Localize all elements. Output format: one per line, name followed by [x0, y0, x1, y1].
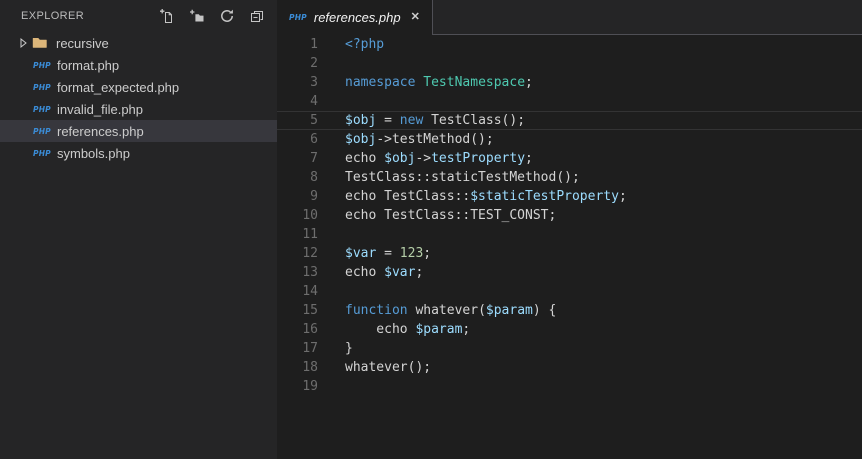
- explorer-toolbar: [159, 8, 265, 24]
- line-number: 14: [302, 284, 318, 299]
- code-editor[interactable]: 1 <?php 2 3 namespace TestNamespace; 4 5 $obj =…: [277, 35, 862, 459]
- line-number: 10: [302, 208, 318, 223]
- php-file-icon: PHP: [289, 13, 307, 22]
- line-number: 5: [310, 113, 318, 128]
- code-text: whatever();: [345, 360, 432, 375]
- code-line-16[interactable]: 16 echo $param;: [277, 320, 862, 339]
- code-line-4[interactable]: 4: [277, 92, 862, 111]
- code-text: echo TestClass::$staticTestProperty;: [345, 189, 627, 204]
- code-text: namespace TestNamespace;: [345, 75, 533, 90]
- tree-file-format-expected-php[interactable]: PHP format_expected.php: [0, 76, 277, 98]
- vscode-window: EXPLORER recursive PHP format.php PHP format…: [0, 0, 862, 459]
- code-text: $var = 123;: [345, 246, 432, 261]
- explorer-header: EXPLORER: [0, 0, 277, 30]
- php-file-icon: PHP: [33, 60, 51, 70]
- code-line-15[interactable]: 15 function whatever($param) {: [277, 301, 862, 320]
- file-label: format.php: [57, 57, 120, 73]
- code-line-2[interactable]: 2: [277, 54, 862, 73]
- code-text: echo $obj->testProperty;: [345, 151, 533, 166]
- code-line-18[interactable]: 18 whatever();: [277, 358, 862, 377]
- line-number: 3: [310, 75, 318, 90]
- file-label: references.php: [57, 123, 144, 139]
- line-number: 1: [310, 37, 318, 52]
- line-number: 2: [310, 56, 318, 71]
- tabbar-empty-space: [431, 0, 862, 35]
- code-line-17[interactable]: 17}: [277, 339, 862, 358]
- code-line-3[interactable]: 3 namespace TestNamespace;: [277, 73, 862, 92]
- code-line-6[interactable]: 6 $obj->testMethod();: [277, 130, 862, 149]
- code-text: echo $param;: [345, 322, 471, 337]
- code-text: echo $var;: [345, 265, 424, 280]
- line-number: 8: [310, 170, 318, 185]
- editor-tabbar: PHP references.php ✕: [277, 0, 862, 35]
- line-number: 11: [302, 227, 318, 242]
- code-line-9[interactable]: 9 echo TestClass::$staticTestProperty;: [277, 187, 862, 206]
- code-line-8[interactable]: 8 TestClass::staticTestMethod();: [277, 168, 862, 187]
- code-text: $obj = new TestClass();: [345, 113, 526, 128]
- code-text: TestClass::staticTestMethod();: [345, 170, 580, 185]
- tree-file-invalid-file-php[interactable]: PHP invalid_file.php: [0, 98, 277, 120]
- code-text: function whatever($param) {: [345, 303, 557, 318]
- code-line-12[interactable]: 12 $var = 123;: [277, 244, 862, 263]
- line-number: 16: [302, 322, 318, 337]
- code-line-7[interactable]: 7 echo $obj->testProperty;: [277, 149, 862, 168]
- code-area: 1 <?php 2 3 namespace TestNamespace; 4 5 $obj =…: [277, 35, 862, 396]
- chevron-right-icon: [17, 35, 29, 51]
- line-number: 4: [310, 94, 318, 109]
- file-label: invalid_file.php: [57, 101, 144, 117]
- code-line-19[interactable]: 19: [277, 377, 862, 396]
- tree-file-symbols-php[interactable]: PHP symbols.php: [0, 142, 277, 164]
- tree-folder-recursive[interactable]: recursive: [0, 32, 277, 54]
- tab-title: references.php: [313, 10, 401, 25]
- tree-file-references-php[interactable]: PHP references.php: [0, 120, 277, 142]
- line-number: 13: [302, 265, 318, 280]
- php-file-icon: PHP: [33, 104, 51, 114]
- line-number: 6: [310, 132, 318, 147]
- folder-icon: [32, 35, 48, 51]
- code-line-10[interactable]: 10 echo TestClass::TEST_CONST;: [277, 206, 862, 225]
- line-number: 15: [302, 303, 318, 318]
- close-icon[interactable]: ✕: [411, 12, 420, 23]
- code-line-13[interactable]: 13 echo $var;: [277, 263, 862, 282]
- code-text: <?php: [345, 37, 385, 52]
- code-text: echo TestClass::TEST_CONST;: [345, 208, 557, 223]
- tab-references-php[interactable]: PHP references.php ✕: [277, 0, 432, 35]
- line-number: 17: [302, 341, 318, 356]
- file-label: format_expected.php: [57, 79, 180, 95]
- code-text: $obj->testMethod();: [345, 132, 494, 147]
- line-number: 18: [302, 360, 318, 375]
- tree-file-format-php[interactable]: PHP format.php: [0, 54, 277, 76]
- file-tree: recursive PHP format.php PHP format_expected…: [0, 32, 277, 164]
- collapse-all-icon[interactable]: [249, 8, 265, 24]
- line-number: 19: [302, 379, 318, 394]
- explorer-title: EXPLORER: [21, 10, 85, 22]
- code-line-14[interactable]: 14: [277, 282, 862, 301]
- code-line-5[interactable]: 5 $obj = new TestClass();: [277, 111, 862, 130]
- explorer-sidebar: EXPLORER recursive PHP format.php PHP format…: [0, 0, 277, 459]
- code-text: }: [345, 341, 353, 356]
- new-folder-icon[interactable]: [189, 8, 205, 24]
- line-number: 7: [310, 151, 318, 166]
- refresh-icon[interactable]: [219, 8, 235, 24]
- code-line-11[interactable]: 11: [277, 225, 862, 244]
- line-number: 12: [302, 246, 318, 261]
- code-line-1[interactable]: 1 <?php: [277, 35, 862, 54]
- php-file-icon: PHP: [33, 148, 51, 158]
- file-label: recursive: [56, 35, 109, 51]
- line-number: 9: [310, 189, 318, 204]
- file-label: symbols.php: [57, 145, 130, 161]
- php-file-icon: PHP: [33, 82, 51, 92]
- php-file-icon: PHP: [33, 126, 51, 136]
- new-file-icon[interactable]: [159, 8, 175, 24]
